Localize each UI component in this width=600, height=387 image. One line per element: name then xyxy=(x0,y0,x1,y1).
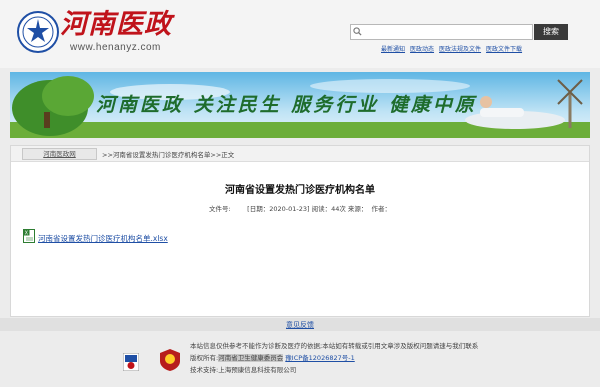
footer-support: 技术支持:上海预康信息科技有限公司 xyxy=(190,366,297,374)
feedback-link[interactable]: 意见反馈 xyxy=(0,320,600,330)
footer-text: 本站信息仅供参考不能作为诊断及医疗的依据;本站如有转载或引用文章涉及版权问题请速… xyxy=(190,340,478,376)
article-panel: 河南医政网 >>河南省设置发热门诊医疗机构名单>>正文 河南省设置发热门诊医疗机… xyxy=(10,145,590,317)
link-news[interactable]: 医政动态 xyxy=(410,44,434,53)
banner-slogan: 河南医政 关注民生 服务行业 健康中原 xyxy=(96,94,477,116)
search-button[interactable]: 搜索 xyxy=(534,24,568,40)
site-title[interactable]: 河南医政 xyxy=(60,2,172,41)
breadcrumb: 河南医政网 >>河南省设置发热门诊医疗机构名单>>正文 xyxy=(11,146,589,162)
article-meta: 文件号: [日期：2020-01-23] 阅读：44次 来源： 作者： xyxy=(208,205,392,213)
search-input[interactable] xyxy=(350,24,533,40)
trust-seal-icon[interactable] xyxy=(160,349,180,371)
attachment: X 河南省设置发热门诊医疗机构名单.xlsx xyxy=(23,228,168,244)
attachment-link[interactable]: 河南省设置发热门诊医疗机构名单.xlsx xyxy=(38,233,168,244)
police-badge-icon[interactable] xyxy=(123,353,139,371)
emblem-icon xyxy=(17,11,59,53)
banner: 河南医政 关注民生 服务行业 健康中原 xyxy=(10,72,590,138)
footer-copyright: 版权所有:河南省卫生健康委员会 豫ICP备12026827号-1 xyxy=(190,354,355,362)
svg-text:X: X xyxy=(25,231,29,237)
search-icon xyxy=(353,27,362,36)
site-url: www.henanyz.com xyxy=(70,42,161,53)
excel-file-icon: X xyxy=(23,229,35,243)
link-latest-notice[interactable]: 最新通知 xyxy=(381,44,405,53)
link-regulations[interactable]: 医政法规及文件 xyxy=(439,44,481,53)
footer-owner: 河南省卫生健康委员会 xyxy=(218,354,284,362)
footer-disclaimer: 本站信息仅供参考不能作为诊断及医疗的依据;本站如有转载或引用文章涉及版权问题请速… xyxy=(190,342,479,350)
article-title: 河南省设置发热门诊医疗机构名单 xyxy=(225,185,375,196)
breadcrumb-path: >>河南省设置发热门诊医疗机构名单>>正文 xyxy=(102,151,235,159)
quick-links: 最新通知 医政动态 医政法规及文件 医政文件下载 xyxy=(381,44,522,53)
icp-link[interactable]: 豫ICP备12026827号-1 xyxy=(285,354,354,362)
breadcrumb-home[interactable]: 河南医政网 xyxy=(22,148,97,160)
link-downloads[interactable]: 医政文件下载 xyxy=(486,44,522,53)
